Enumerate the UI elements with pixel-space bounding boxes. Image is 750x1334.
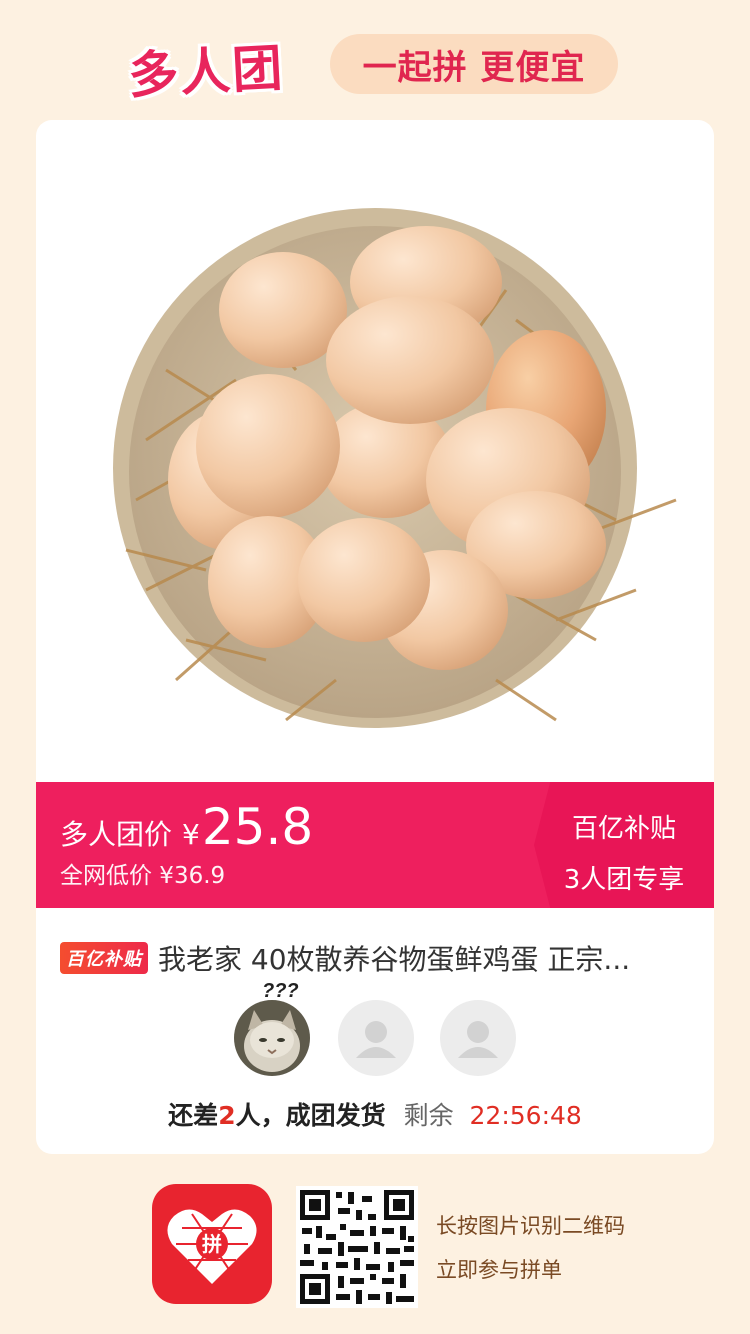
price-block: 多人团价 ¥ 25.8 全网低价 ¥36.9 xyxy=(60,798,313,890)
subsidy-subtitle: 3人团专享 xyxy=(563,865,685,895)
group-status: 还差2人，成团发货 剩余 22:56:48 xyxy=(36,1096,714,1132)
product-image[interactable] xyxy=(36,120,714,782)
status-suffix: 人，成团发货 xyxy=(235,1101,386,1130)
header: 多人团 一起拼 更便宜 xyxy=(0,28,750,105)
group-price-label: 多人团价 xyxy=(60,818,173,851)
group-members xyxy=(234,1000,524,1076)
pinduoduo-logo: 拼 xyxy=(152,1184,272,1304)
subsidy-tag: 百亿补贴 xyxy=(60,942,148,974)
scan-instructions: 长按图片识别二维码 立即参与拼单 xyxy=(436,1204,625,1292)
qr-code[interactable] xyxy=(296,1186,418,1308)
original-price: 全网低价 ¥36.9 xyxy=(60,863,226,889)
currency-symbol: ¥ xyxy=(182,818,200,851)
remain-label: 剩余 xyxy=(403,1101,454,1130)
app-icon-text: 拼 xyxy=(202,1232,222,1256)
join-hint: 立即参与拼单 xyxy=(436,1258,562,1282)
price-bar: 多人团价 ¥ 25.8 全网低价 ¥36.9 百亿补贴 3人团专享 xyxy=(36,782,714,908)
group-price: 25.8 xyxy=(201,798,314,856)
slogan-pill: 一起拼 更便宜 xyxy=(330,34,618,94)
subsidy-title: 百亿补贴 xyxy=(571,814,676,844)
missing-count: 2 xyxy=(218,1101,236,1130)
product-title[interactable]: 我老家 40枚散养谷物蛋鲜鸡蛋 正宗... xyxy=(158,938,630,978)
brand-logo: 多人团 xyxy=(126,38,286,106)
empty-avatar-slot xyxy=(338,1000,414,1076)
subsidy-badge: 百亿补贴 3人团专享 xyxy=(534,782,714,908)
product-title-row[interactable]: 百亿补贴 我老家 40枚散养谷物蛋鲜鸡蛋 正宗... xyxy=(60,938,700,978)
footer: 拼 长按图片识别二维码 立即参与拼单 xyxy=(0,1180,750,1310)
scan-hint: 长按图片识别二维码 xyxy=(436,1214,625,1238)
countdown-timer: 22:56:48 xyxy=(469,1101,582,1130)
status-prefix: 还差 xyxy=(168,1101,219,1130)
empty-avatar-slot xyxy=(440,1000,516,1076)
avatar xyxy=(234,1000,310,1076)
product-card[interactable]: 多人团价 ¥ 25.8 全网低价 ¥36.9 百亿补贴 3人团专享 百亿补贴 我… xyxy=(36,120,714,1154)
